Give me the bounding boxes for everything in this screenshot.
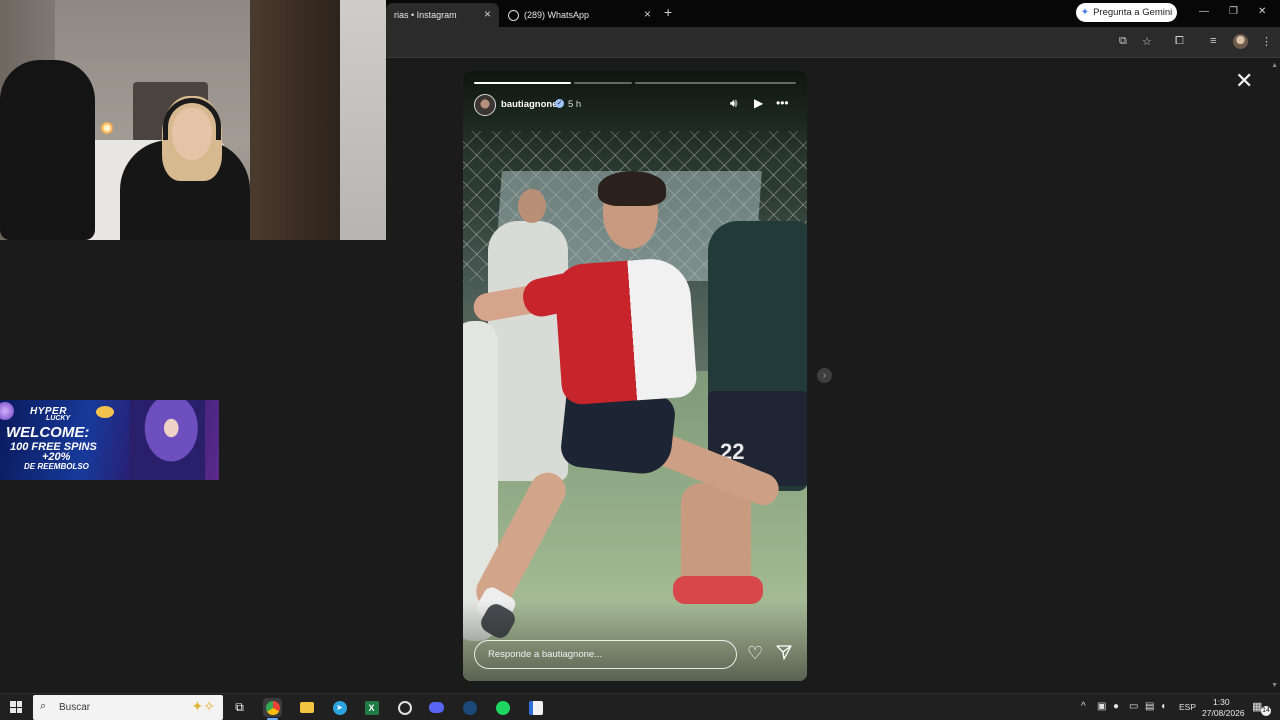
webcam-right-wall bbox=[340, 0, 386, 240]
tray-display-icon[interactable]: ▭ bbox=[1129, 701, 1138, 712]
ad-brand-sub: LUCKY bbox=[46, 415, 71, 422]
story-reply-input[interactable]: Responde a bautiagnone... bbox=[474, 640, 737, 669]
new-tab-button[interactable]: + bbox=[664, 4, 672, 20]
install-app-icon[interactable]: ⧉ bbox=[1119, 35, 1127, 48]
task-view-icon[interactable]: ⧉ bbox=[230, 698, 249, 717]
excel-icon[interactable]: X bbox=[362, 698, 381, 717]
webcam-wardrobe bbox=[250, 0, 350, 240]
story-photo-right-shoes bbox=[673, 576, 763, 604]
chrome-icon[interactable] bbox=[263, 698, 282, 717]
scroll-up-icon[interactable]: ▲ bbox=[1271, 62, 1278, 69]
story-user-avatar[interactable] bbox=[474, 94, 496, 116]
story-card[interactable]: 22 bautiagnone ✓ 5 h 🔊︎ ▶ ••• Responde a… bbox=[463, 71, 807, 681]
verified-badge-icon: ✓ bbox=[555, 99, 564, 108]
notification-count: 14 bbox=[1261, 706, 1271, 716]
windows-start-icon[interactable] bbox=[10, 701, 22, 713]
taskbar-search[interactable]: ⌕ Buscar ✦✧ bbox=[33, 695, 223, 720]
scroll-down-icon[interactable]: ▼ bbox=[1271, 682, 1278, 689]
tab-instagram-label: rias • Instagram bbox=[394, 10, 457, 20]
search-highlight-icon: ✦✧ bbox=[191, 698, 215, 714]
story-progress-bar bbox=[635, 82, 796, 84]
tab-whatsapp-label: (289) WhatsApp bbox=[524, 10, 590, 20]
ad-coin-graphic bbox=[96, 406, 114, 418]
next-story-icon[interactable]: › bbox=[817, 368, 832, 383]
story-progress-bar bbox=[574, 82, 632, 84]
microphone-icon[interactable]: ● bbox=[1113, 701, 1119, 712]
bookmark-star-icon[interactable]: ☆ bbox=[1142, 35, 1152, 48]
story-photo-background-player bbox=[488, 221, 568, 481]
tray-app-icon[interactable]: ▣ bbox=[1097, 701, 1106, 712]
webcam-jacket bbox=[0, 60, 95, 240]
extensions-icon[interactable]: ⧠ bbox=[1175, 35, 1184, 48]
casino-ad-banner[interactable]: HYPER LUCKY WELCOME: 100 FREE SPINS +20%… bbox=[0, 400, 219, 480]
story-photo-main-hair bbox=[598, 171, 666, 206]
play-icon[interactable]: ▶ bbox=[754, 96, 763, 110]
speaker-icon[interactable]: ◖ bbox=[1160, 701, 1166, 712]
story-username[interactable]: bautiagnone bbox=[501, 99, 557, 110]
story-photo-background-head bbox=[518, 189, 546, 223]
taskbar-search-placeholder: Buscar bbox=[59, 702, 91, 713]
network-icon[interactable]: ▤ bbox=[1145, 701, 1154, 712]
story-progress-bar bbox=[474, 82, 571, 84]
window-close-icon[interactable]: ✕ bbox=[1258, 6, 1266, 17]
ad-character-graphic bbox=[130, 400, 205, 480]
send-icon[interactable] bbox=[776, 644, 792, 660]
ad-headline: WELCOME: bbox=[6, 424, 90, 441]
taskbar: ⌕ Buscar ✦✧ ⧉ ➤ X ^ ▣ ● ▭ ▤ ◖ ESP 1:30 2… bbox=[0, 693, 1280, 720]
like-heart-icon[interactable]: ♡ bbox=[747, 643, 763, 664]
webcam-candle bbox=[101, 122, 113, 134]
language-indicator[interactable]: ESP bbox=[1179, 702, 1196, 712]
minimize-icon[interactable]: — bbox=[1199, 6, 1209, 17]
close-tab-icon[interactable]: × bbox=[484, 7, 491, 21]
spotify-icon[interactable] bbox=[493, 698, 512, 717]
menu-dots-icon[interactable]: ⋮ bbox=[1261, 35, 1272, 48]
scrollbar[interactable] bbox=[1270, 58, 1280, 693]
obs-icon[interactable] bbox=[395, 698, 414, 717]
telegram-icon[interactable]: ➤ bbox=[330, 698, 349, 717]
app-icon[interactable] bbox=[526, 698, 545, 717]
tab-whatsapp[interactable]: (289) WhatsApp × bbox=[499, 3, 659, 27]
whatsapp-icon bbox=[508, 9, 519, 21]
volume-icon[interactable]: 🔊︎ bbox=[730, 96, 738, 111]
desktop-screen: rias • Instagram × (289) WhatsApp × + ✦ … bbox=[0, 0, 1280, 720]
clock-time[interactable]: 1:30 bbox=[1213, 697, 1230, 707]
webcam-overlay bbox=[0, 0, 386, 240]
file-explorer-icon[interactable] bbox=[297, 698, 316, 717]
search-icon: ⌕ bbox=[40, 700, 47, 712]
story-reply-placeholder: Responde a bautiagnone... bbox=[488, 649, 603, 660]
clock-date[interactable]: 27/08/2026 bbox=[1202, 708, 1245, 718]
close-tab-icon[interactable]: × bbox=[644, 7, 651, 21]
steam-icon[interactable] bbox=[460, 698, 479, 717]
media-controls-icon[interactable]: ≡ bbox=[1210, 35, 1216, 47]
discord-icon[interactable] bbox=[427, 698, 446, 717]
ad-cashback: DE REEMBOLSO bbox=[24, 462, 89, 471]
more-options-icon[interactable]: ••• bbox=[776, 96, 789, 110]
tab-instagram[interactable]: rias • Instagram × bbox=[386, 3, 499, 27]
gemini-button[interactable]: ✦ Pregunta a Gemini bbox=[1076, 3, 1177, 22]
restore-icon[interactable]: ❐ bbox=[1229, 6, 1238, 17]
close-story-icon[interactable]: ✕ bbox=[1235, 70, 1253, 92]
gemini-button-label: Pregunta a Gemini bbox=[1093, 7, 1173, 18]
gemini-sparkle-icon: ✦ bbox=[1080, 7, 1090, 18]
profile-avatar[interactable] bbox=[1233, 34, 1248, 49]
story-timestamp: 5 h bbox=[568, 99, 582, 110]
tray-overflow-icon[interactable]: ^ bbox=[1081, 701, 1086, 712]
story-top-gradient bbox=[463, 71, 807, 161]
ad-orb-graphic bbox=[0, 402, 14, 420]
